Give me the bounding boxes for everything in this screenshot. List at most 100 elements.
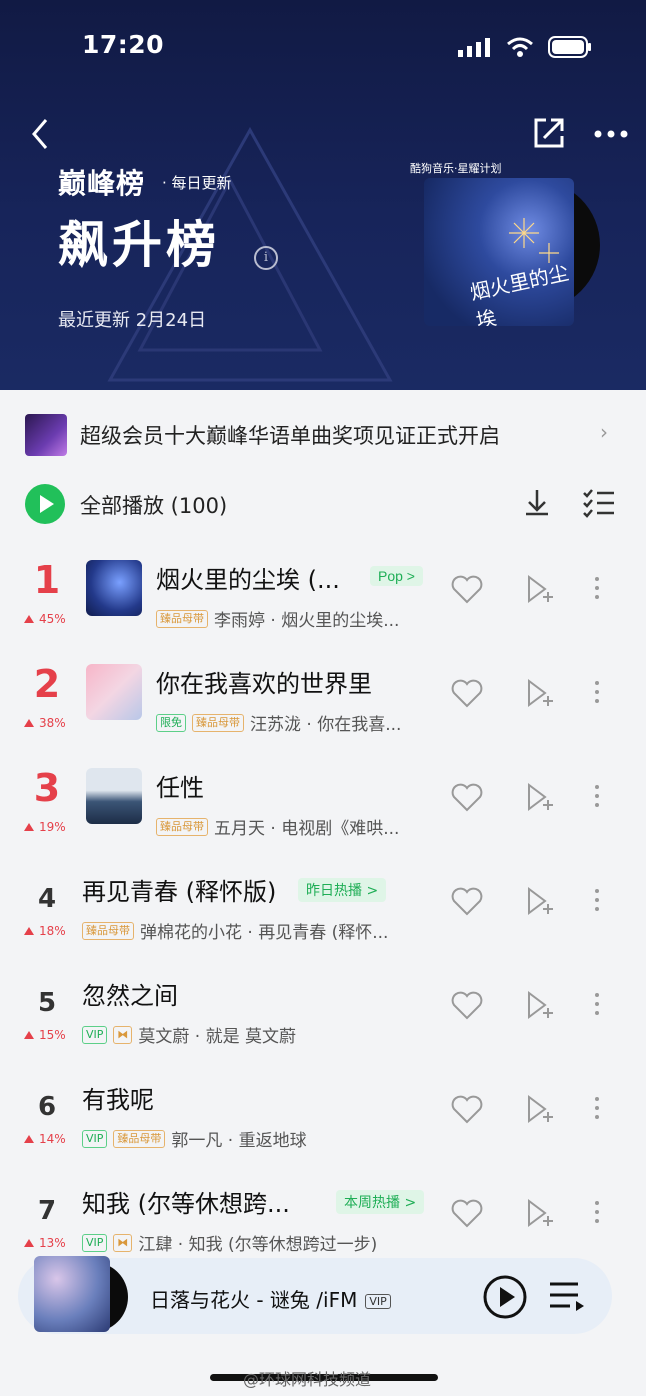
player-cover[interactable]	[34, 1256, 110, 1332]
more-options-icon[interactable]	[590, 572, 604, 606]
now-playing[interactable]: 日落与花火 - 谜兔 /iFM VIP	[150, 1284, 391, 1313]
update-date: 最近更新 2月24日	[58, 310, 207, 331]
hot-chip[interactable]: 本周热播 >	[336, 1190, 425, 1214]
play-all-bar: 全部播放 (100)	[0, 476, 646, 532]
rank-number: 1	[33, 558, 61, 602]
add-to-queue-icon[interactable]	[525, 1094, 555, 1124]
free-tag: 限免	[156, 713, 186, 732]
list-item[interactable]: 6 14% 有我呢 VIP 臻品母带 郭一凡 · 重返地球	[0, 1072, 646, 1176]
song-meta: 五月天 · 电视剧《难哄...	[214, 819, 400, 839]
heart-icon[interactable]	[450, 1198, 484, 1228]
rank-number: 7	[37, 1196, 57, 1226]
song-meta: 莫文蔚 · 就是 莫文蔚	[138, 1027, 297, 1047]
back-icon[interactable]	[26, 114, 58, 154]
promo-banner[interactable]: 超级会员十大巅峰华语单曲奖项见证正式开启 ›	[0, 390, 646, 476]
add-to-queue-icon[interactable]	[525, 990, 555, 1020]
quality-tag: 臻品母带	[192, 713, 244, 732]
signal-icon	[458, 38, 490, 57]
status-icons	[458, 36, 592, 58]
heart-icon[interactable]	[450, 678, 484, 708]
chart-cover[interactable]: 烟火里的尘埃	[424, 178, 574, 326]
download-icon[interactable]	[520, 486, 554, 520]
cover-label: 酷狗音乐·星耀计划	[410, 162, 502, 175]
rank-number: 3	[33, 766, 61, 810]
more-icon[interactable]	[592, 120, 630, 148]
heart-icon[interactable]	[450, 990, 484, 1020]
list-item[interactable]: 3 19% 任性 臻品母带 五月天 · 电视剧《难哄...	[0, 760, 646, 864]
now-playing-title: 日落与花火 - 谜兔 /iFM	[150, 1288, 358, 1312]
song-title: 任性	[156, 774, 204, 802]
song-meta-row: 臻品母带 五月天 · 电视剧《难哄...	[156, 814, 399, 839]
trend-indicator: 38%	[24, 716, 66, 730]
quality-tag: 臻品母带	[156, 609, 208, 628]
vip-tag: VIP	[82, 1233, 108, 1252]
hot-chip[interactable]: 昨日热播 >	[298, 878, 387, 902]
more-options-icon[interactable]	[590, 988, 604, 1022]
status-time: 17:20	[82, 30, 165, 59]
chart-header: 17:20 巅峰榜 · 每日更新 飙升榜 i 最近更新 2月24日 酷狗音乐·星…	[0, 0, 646, 390]
heart-icon[interactable]	[450, 886, 484, 916]
battery-icon	[548, 36, 591, 58]
song-meta-row: 臻品母带 李雨婷 · 烟火里的尘埃...	[156, 606, 399, 631]
quality-tag: 臻品母带	[82, 921, 134, 940]
trend-indicator: 19%	[24, 820, 66, 834]
quality-tag: 臻品母带	[113, 1129, 166, 1148]
trend-indicator: 45%	[24, 612, 66, 626]
song-title: 忽然之间	[82, 982, 178, 1010]
chart-title: 飙升榜	[58, 216, 220, 274]
add-to-queue-icon[interactable]	[525, 574, 555, 604]
song-title: 烟火里的尘埃 (...	[156, 566, 340, 594]
rank-number: 6	[37, 1092, 57, 1122]
badge-title: 巅峰榜	[58, 167, 146, 200]
song-title: 你在我喜欢的世界里	[156, 670, 372, 698]
add-to-queue-icon[interactable]	[525, 886, 555, 916]
song-meta: 江肆 · 知我 (尔等休想跨过一步)	[138, 1235, 378, 1255]
more-options-icon[interactable]	[590, 884, 604, 918]
play-icon[interactable]	[482, 1274, 528, 1320]
rank-number: 2	[33, 662, 61, 706]
song-meta-row: 臻品母带 弹棉花的小花 · 再见青春 (释怀...	[82, 918, 388, 943]
song-meta-row: 限免 臻品母带 汪苏泷 · 你在我喜...	[156, 710, 401, 735]
trend-indicator: 14%	[24, 1132, 66, 1146]
vip-tag: VIP	[82, 1025, 108, 1044]
info-icon[interactable]: i	[254, 246, 278, 270]
song-title: 再见青春 (释怀版)	[82, 878, 277, 906]
rank-number: 5	[37, 988, 57, 1018]
trend-indicator: 13%	[24, 1236, 66, 1250]
banner-thumbnail	[25, 414, 67, 456]
add-to-queue-icon[interactable]	[525, 1198, 555, 1228]
add-to-queue-icon[interactable]	[525, 678, 555, 708]
more-options-icon[interactable]	[590, 780, 604, 814]
list-item[interactable]: 5 15% 忽然之间 VIP ⧓ 莫文蔚 · 就是 莫文蔚	[0, 968, 646, 1072]
playlist-icon[interactable]	[548, 1278, 586, 1314]
heart-icon[interactable]	[450, 1094, 484, 1124]
more-options-icon[interactable]	[590, 1092, 604, 1126]
spatial-audio-tag: ⧓	[113, 1233, 133, 1252]
genre-chip[interactable]: Pop >	[370, 566, 423, 586]
list-item[interactable]: 4 18% 再见青春 (释怀版) 昨日热播 > 臻品母带 弹棉花的小花 · 再见…	[0, 864, 646, 968]
banner-text: 超级会员十大巅峰华语单曲奖项见证正式开启	[80, 424, 500, 448]
song-thumbnail[interactable]	[86, 664, 142, 720]
play-all-button[interactable]	[25, 484, 65, 524]
spatial-audio-tag: ⧓	[113, 1025, 133, 1044]
list-item[interactable]: 2 38% 你在我喜欢的世界里 限免 臻品母带 汪苏泷 · 你在我喜...	[0, 656, 646, 760]
list-item[interactable]: 1 45% 烟火里的尘埃 (... Pop > 臻品母带 李雨婷 · 烟火里的尘…	[0, 552, 646, 656]
more-options-icon[interactable]	[590, 1196, 604, 1230]
vip-badge: VIP	[365, 1294, 391, 1309]
more-options-icon[interactable]	[590, 676, 604, 710]
play-all-label[interactable]: 全部播放 (100)	[80, 490, 227, 520]
song-meta: 李雨婷 · 烟火里的尘埃...	[214, 611, 400, 631]
song-thumbnail[interactable]	[86, 768, 142, 824]
song-meta: 郭一凡 · 重返地球	[171, 1131, 307, 1151]
heart-icon[interactable]	[450, 574, 484, 604]
vip-tag: VIP	[82, 1129, 108, 1148]
song-title: 知我 (尔等休想跨...	[82, 1190, 290, 1218]
add-to-queue-icon[interactable]	[525, 782, 555, 812]
trend-indicator: 18%	[24, 924, 66, 938]
song-meta: 弹棉花的小花 · 再见青春 (释怀...	[140, 923, 389, 943]
song-thumbnail[interactable]	[86, 560, 142, 616]
multi-select-icon[interactable]	[582, 488, 616, 518]
watermark: @环球网科技频道	[243, 1370, 372, 1389]
heart-icon[interactable]	[450, 782, 484, 812]
share-icon[interactable]	[532, 116, 566, 150]
